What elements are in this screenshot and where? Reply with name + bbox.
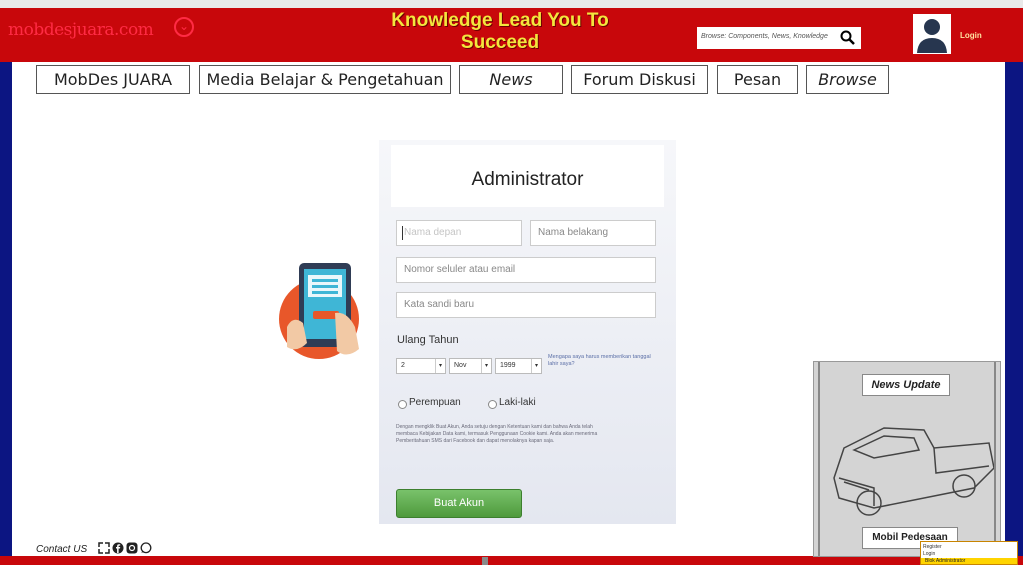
contact-us-label: Contact US: [36, 544, 88, 555]
month-select[interactable]: Nov ▾: [449, 358, 492, 374]
nav-item-news[interactable]: News: [459, 65, 563, 94]
gender-male-label: Laki-laki: [499, 397, 536, 408]
search-icon[interactable]: [840, 30, 855, 45]
panel-divider: [994, 362, 996, 556]
popup-login[interactable]: Login: [923, 551, 935, 557]
login-label[interactable]: Login: [960, 31, 982, 40]
site-logo[interactable]: mobdesjuara.com: [8, 20, 154, 40]
form-title: Administrator: [471, 169, 584, 190]
text-caret: [402, 226, 403, 240]
create-account-button[interactable]: Buat Akun: [396, 489, 522, 518]
facebook-icon[interactable]: [112, 542, 124, 554]
contact-field[interactable]: Nomor seluler atau email: [396, 257, 656, 283]
nav-item-pesan[interactable]: Pesan: [717, 65, 798, 94]
first-name-field[interactable]: Nama depan: [396, 220, 522, 246]
day-select[interactable]: 2 ▾: [396, 358, 446, 374]
tablet-illustration: [279, 263, 359, 359]
card-header: Administrator: [391, 145, 664, 207]
news-title[interactable]: News Update: [862, 374, 950, 396]
gender-female-radio[interactable]: [398, 400, 407, 409]
instagram-icon[interactable]: [126, 542, 138, 554]
login-popup: Register Login Blok Administrator: [920, 541, 1018, 565]
nav-item-browse[interactable]: Browse: [806, 65, 889, 94]
popup-register[interactable]: Register: [923, 544, 942, 550]
year-select[interactable]: 1999 ▾: [495, 358, 542, 374]
birthday-label: Ulang Tahun: [397, 334, 459, 346]
registration-card: Administrator: [379, 140, 676, 524]
chevron-down-icon: ▾: [481, 359, 491, 373]
whatsapp-icon[interactable]: [140, 542, 152, 554]
password-field[interactable]: Kata sandi baru: [396, 292, 656, 318]
chevron-down-icon: ▾: [435, 359, 445, 373]
terms-text: Dengan mengklik Buat Akun, Anda setuju d…: [396, 424, 598, 444]
scroll-marker: [482, 557, 488, 565]
gender-male-radio[interactable]: [488, 400, 497, 409]
search-placeholder: Browse: Components, News, Knowledge: [701, 33, 828, 40]
nav-item-mobdes-juara[interactable]: MobDes JUARA: [36, 65, 190, 94]
last-name-field[interactable]: Nama belakang: [530, 220, 656, 246]
gender-female-label: Perempuan: [409, 397, 461, 408]
panel-divider: [818, 362, 820, 556]
birthday-help-link[interactable]: Mengapa saya harus memberikan tanggal la…: [548, 354, 658, 368]
chevron-down-icon: ▾: [531, 359, 541, 373]
nav-item-forum-diskusi[interactable]: Forum Diskusi: [571, 65, 708, 94]
expand-icon[interactable]: [98, 542, 110, 554]
site-tagline: Knowledge Lead You To Succeed: [391, 10, 609, 53]
nav-item-media-belajar[interactable]: Media Belajar & Pengetahuan: [199, 65, 451, 94]
search-input[interactable]: Browse: Components, News, Knowledge: [697, 27, 861, 49]
pickup-truck-image: [814, 398, 1000, 526]
right-border: [1005, 62, 1023, 557]
user-icon: [917, 19, 947, 53]
avatar[interactable]: [913, 14, 951, 54]
popup-admin-bar[interactable]: Blok Administrator: [921, 558, 1017, 564]
footer-bar: [0, 556, 1023, 565]
left-border: [0, 62, 12, 557]
chevron-down-icon[interactable]: ⌄: [174, 17, 194, 37]
